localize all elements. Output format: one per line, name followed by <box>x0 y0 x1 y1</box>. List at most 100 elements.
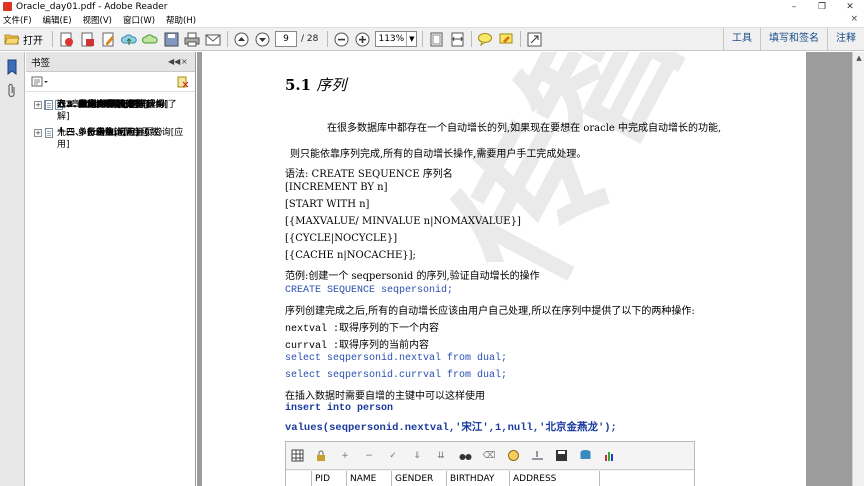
email-icon[interactable] <box>205 31 221 47</box>
example-label: 范例:创建一个 seqpersonid 的序列,验证自动增长的操作 <box>285 271 540 282</box>
cloud-upload-icon[interactable] <box>121 31 137 47</box>
collapse-panel-button[interactable]: ◀◀ <box>168 56 180 67</box>
open-button[interactable]: 打开 <box>4 32 43 47</box>
toolbar-separator <box>327 31 329 47</box>
arrow-double-down-icon: ⇊ <box>437 450 445 461</box>
vertical-scrollbar[interactable]: ▲ <box>852 52 864 486</box>
add-row-icon: + <box>341 450 349 461</box>
comment-link[interactable]: 注释 <box>827 28 864 50</box>
page-total: / 28 <box>301 34 319 44</box>
embedded-sql-tool-screenshot: + − ✓ ⇓ ⇊ ⌫ PID NAME GENDER BIRTHDAY ADD… <box>285 441 695 486</box>
bookmark-item[interactable]: 十四、 Rownum与分页查询[应用] <box>26 125 195 153</box>
zoom-in-icon[interactable] <box>354 31 370 47</box>
tools-link[interactable]: 工具 <box>723 28 760 50</box>
toolbar-separator <box>227 31 228 47</box>
values-code: values(seqpersonid.nextval,'宋江',1,null,'… <box>285 422 617 434</box>
syntax-line: [{CACHE n|NOCACHE}]; <box>285 250 416 261</box>
nextval-description: nextval :取得序列的下一个内容 <box>285 324 440 335</box>
syntax-line: [INCREMENT BY n] <box>285 182 388 193</box>
column-header: ADDRESS <box>510 471 600 486</box>
fit-page-icon[interactable] <box>428 31 444 47</box>
highlight-icon[interactable] <box>498 31 514 47</box>
chevron-down-icon[interactable]: ▼ <box>406 32 416 46</box>
scroll-up-icon[interactable]: ▲ <box>853 52 864 64</box>
eraser-icon: ⌫ <box>482 450 496 461</box>
toolbar-separator <box>52 31 53 47</box>
binoculars-icon <box>458 449 472 463</box>
column-header: NAME <box>347 471 392 486</box>
toolbar-separator <box>520 31 522 47</box>
toolbar-separator <box>471 31 473 47</box>
menu-bar: 文件(F) 编辑(E) 视图(V) 窗口(W) 帮助(H) × <box>0 13 864 27</box>
attachment-icon[interactable] <box>4 82 20 100</box>
check-icon: ✓ <box>389 450 397 461</box>
menu-view[interactable]: 视图(V) <box>83 14 112 26</box>
fit-width-icon[interactable] <box>449 31 465 47</box>
folder-open-icon <box>4 34 20 45</box>
navigation-strip <box>0 52 25 486</box>
toolbar-separator <box>422 31 424 47</box>
paragraph-intro-1: 在很多数据库中都存在一个自动增长的列,如果现在要想在 oracle 中完成自动增… <box>327 123 722 134</box>
save-icon[interactable] <box>163 31 179 47</box>
database-icon <box>578 449 592 463</box>
bookmark-item[interactable]: 八、 Scott用户下的表结构[了解] <box>26 97 195 125</box>
create-sequence-code: CREATE SEQUENCE seqpersonid; <box>285 285 454 296</box>
adobe-reader-icon <box>3 2 12 11</box>
remove-row-icon: − <box>365 450 373 461</box>
column-header: BIRTHDAY <box>447 471 510 486</box>
bookmark-page-icon <box>45 128 53 138</box>
document-viewport[interactable]: 传智播客 5.1 序列 在很多数据库中都存在一个自动增长的列,如果现在要想在 o… <box>197 52 852 486</box>
send-file-icon[interactable] <box>142 31 158 47</box>
toolbar-right-links: 工具 填写和签名 注释 <box>723 28 864 50</box>
chart-icon <box>602 449 616 463</box>
close-button[interactable]: ✕ <box>836 0 864 13</box>
menu-edit[interactable]: 编辑(E) <box>43 14 72 26</box>
minimize-button[interactable]: – <box>780 0 808 13</box>
row-indicator-cell <box>286 471 312 486</box>
after-create-text: 序列创建完成之后,所有的自动增长应该由用户自己处理,所以在序列中提供了以下的两种… <box>285 306 695 317</box>
bookmark-label: 八、 Scott用户下的表结构[了解] <box>57 100 177 122</box>
page-number-input[interactable]: 9 <box>275 31 297 47</box>
section-title: 序列 <box>316 76 347 94</box>
window-title: Oracle_day01.pdf - Adobe Reader <box>16 1 168 12</box>
open-label: 打开 <box>23 35 43 47</box>
syntax-line: [{CYCLE|NOCYCLE}] <box>285 233 398 244</box>
select-nextval-code: select seqpersonid.nextval from dual; <box>285 353 508 364</box>
bookmarks-toolbar <box>26 72 195 92</box>
bookmarks-panel: 书签 ◀◀ × 第1章 Oracle第一天+一、 oracle介绍[了解]+二、… <box>26 52 196 486</box>
insert-code: insert into person <box>285 403 394 414</box>
delete-bookmark-icon <box>177 76 189 88</box>
options-menu-button[interactable] <box>31 76 49 88</box>
close-panel-button[interactable]: × <box>181 56 191 67</box>
create-pdf-icon[interactable] <box>58 31 74 47</box>
print-icon[interactable] <box>184 31 200 47</box>
edit-pdf-icon[interactable] <box>100 31 116 47</box>
export-pdf-icon[interactable] <box>79 31 95 47</box>
pdf-page: 传智播客 5.1 序列 在很多数据库中都存在一个自动增长的列,如果现在要想在 o… <box>202 52 852 486</box>
expand-tools-icon[interactable] <box>526 31 542 47</box>
grid-icon <box>290 449 304 463</box>
select-currval-code: select seqpersonid.currval from dual; <box>285 370 508 381</box>
zoom-select[interactable]: 113% ▼ <box>375 31 418 47</box>
lock-icon <box>314 449 328 463</box>
maximize-button[interactable]: ❐ <box>808 0 836 13</box>
menu-file[interactable]: 文件(F) <box>3 14 32 26</box>
insert-description: 在插入数据时需要自增的主键中可以这样使用 <box>285 391 485 402</box>
comment-icon[interactable] <box>477 31 493 47</box>
syntax-line: [{MAXVALUE/ MINVALUE n|NOMAXVALUE}] <box>285 216 521 227</box>
zoom-out-icon[interactable] <box>333 31 349 47</box>
close-document-button[interactable]: × <box>850 14 858 24</box>
section-number: 5.1 <box>285 76 312 94</box>
bookmark-panel-icon[interactable] <box>4 58 20 76</box>
next-page-icon[interactable] <box>254 31 270 47</box>
fill-sign-link[interactable]: 填写和签名 <box>760 28 827 50</box>
section-heading: 5.1 序列 <box>285 74 346 95</box>
bookmark-label: 十四、 Rownum与分页查询[应用] <box>57 128 184 150</box>
delete-bookmark-button[interactable] <box>177 76 189 91</box>
menu-window[interactable]: 窗口(W) <box>123 14 155 26</box>
export-icon <box>530 449 544 463</box>
menu-help[interactable]: 帮助(H) <box>166 14 196 26</box>
previous-page-icon[interactable] <box>233 31 249 47</box>
save-icon <box>554 449 568 463</box>
bookmark-page-icon <box>45 100 53 110</box>
